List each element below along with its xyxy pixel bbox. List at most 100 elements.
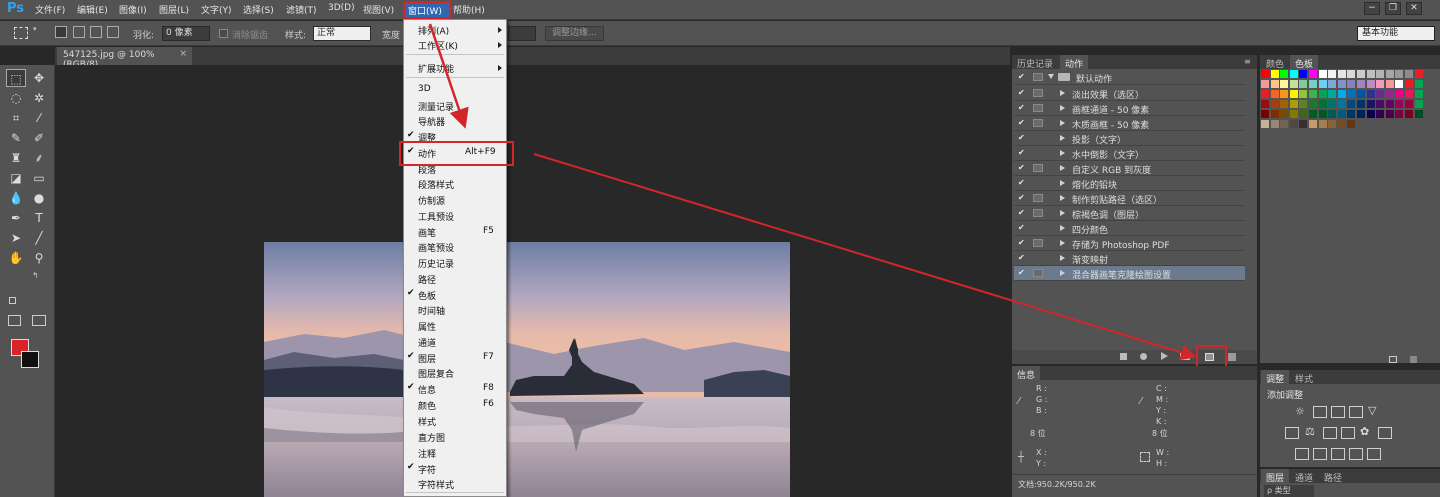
dialog-toggle-icon[interactable]	[1033, 164, 1043, 172]
check-icon[interactable]: ✔	[1018, 148, 1025, 157]
menu-edit[interactable]: 编辑(E)	[77, 3, 108, 16]
tab-channels[interactable]: 通道	[1290, 469, 1318, 484]
action-row[interactable]: ✔ 制作剪贴路径（选区）	[1014, 191, 1245, 206]
threshold-icon[interactable]	[1331, 448, 1345, 460]
swatch[interactable]	[1395, 90, 1404, 98]
action-row[interactable]: ✔ 水中倒影（文字）	[1014, 146, 1245, 161]
swatch[interactable]	[1261, 110, 1269, 118]
swatch[interactable]	[1309, 70, 1317, 78]
swatch[interactable]	[1357, 100, 1365, 108]
quick-mask-icon[interactable]	[8, 315, 21, 326]
action-row[interactable]: ✔ 渐变映射	[1014, 251, 1245, 266]
dialog-toggle-icon[interactable]	[1033, 104, 1043, 112]
menu-item-properties[interactable]: 属性	[418, 320, 436, 333]
swatch[interactable]	[1395, 80, 1404, 88]
menu-item-character[interactable]: 字符	[418, 463, 436, 476]
channel-mixer-icon[interactable]: ✿	[1360, 425, 1369, 438]
expand-arrow-icon[interactable]	[1060, 135, 1065, 141]
swatch-grid[interactable]	[1261, 70, 1431, 132]
menu-item-navigator[interactable]: 导航器	[418, 115, 445, 128]
check-icon[interactable]: ✔	[1018, 72, 1025, 81]
menu-item-notes[interactable]: 注释	[418, 447, 436, 460]
menu-window[interactable]: 窗口(W)	[403, 1, 451, 19]
check-icon[interactable]: ✔	[1018, 193, 1025, 202]
tab-layers[interactable]: 图层	[1261, 469, 1290, 484]
height-input[interactable]	[508, 26, 536, 41]
swatch[interactable]	[1385, 90, 1394, 98]
restore-button[interactable]: ❐	[1385, 2, 1401, 15]
swatch[interactable]	[1280, 90, 1289, 98]
swatch[interactable]	[1280, 100, 1289, 108]
stop-icon[interactable]	[1120, 353, 1127, 360]
menu-item-timeline[interactable]: 时间轴	[418, 304, 445, 317]
expand-arrow-icon[interactable]	[1060, 210, 1065, 216]
swatch[interactable]	[1318, 80, 1327, 88]
menu-item-measurement-log[interactable]: 测量记录	[418, 100, 454, 113]
swatch[interactable]	[1299, 90, 1308, 98]
swatch[interactable]	[1347, 120, 1356, 128]
panel-menu-icon[interactable]: ≡	[1244, 57, 1251, 66]
check-icon[interactable]: ✔	[1018, 118, 1025, 127]
swatch[interactable]	[1270, 110, 1279, 118]
gradient-tool-icon[interactable]: ▭	[29, 169, 49, 187]
swatch[interactable]	[1328, 100, 1337, 108]
tab-swatches[interactable]: 色板	[1290, 55, 1319, 70]
check-icon[interactable]: ✔	[1018, 208, 1025, 217]
brightness-icon[interactable]: ☼	[1295, 405, 1305, 418]
close-button[interactable]: ✕	[1406, 2, 1422, 15]
action-row[interactable]: ✔ 投影（文字）	[1014, 131, 1245, 146]
selective-color-icon[interactable]	[1367, 448, 1381, 460]
dialog-toggle-icon[interactable]	[1033, 119, 1043, 127]
layer-filter-select[interactable]: ρ 类型	[1264, 485, 1314, 497]
swatch[interactable]	[1376, 90, 1385, 98]
tab-history[interactable]: 历史记录	[1012, 55, 1058, 70]
swatch[interactable]	[1309, 90, 1317, 98]
swap-colors-icon[interactable]: ↰	[32, 271, 39, 280]
swatch[interactable]	[1385, 110, 1394, 118]
expand-arrow-icon[interactable]	[1060, 150, 1065, 156]
new-selection-icon[interactable]	[55, 26, 67, 38]
line-tool-icon[interactable]: ╱	[29, 229, 49, 247]
swatch[interactable]	[1414, 80, 1423, 88]
check-icon[interactable]: ✔	[1018, 268, 1025, 277]
new-set-folder-icon[interactable]	[1180, 353, 1190, 360]
swatch[interactable]	[1347, 80, 1356, 88]
menu-file[interactable]: 文件(F)	[35, 3, 65, 16]
menu-item-workspace[interactable]: 工作区(K)	[418, 39, 458, 52]
swatch[interactable]	[1405, 80, 1413, 88]
dialog-toggle-icon[interactable]	[1033, 89, 1043, 97]
swatch[interactable]	[1270, 90, 1279, 98]
swatch[interactable]	[1328, 70, 1337, 78]
tab-color[interactable]: 颜色	[1261, 55, 1289, 70]
swatch[interactable]	[1309, 100, 1317, 108]
swatch[interactable]	[1261, 70, 1269, 78]
swatch[interactable]	[1395, 70, 1404, 78]
eraser-icon[interactable]: ◪	[6, 169, 26, 187]
swatch[interactable]	[1395, 100, 1404, 108]
menu-item-info[interactable]: 信息	[418, 383, 436, 396]
swatch[interactable]	[1347, 110, 1356, 118]
check-icon[interactable]: ✔	[1018, 88, 1025, 97]
expand-arrow-icon[interactable]	[1060, 255, 1065, 261]
action-row[interactable]: ✔ 熔化的铅块	[1014, 176, 1245, 191]
tab-adjustments[interactable]: 调整	[1261, 370, 1290, 385]
swatch[interactable]	[1299, 80, 1308, 88]
swatch[interactable]	[1366, 70, 1375, 78]
action-set-row[interactable]: ✔ 默认动作	[1014, 70, 1245, 85]
swatch[interactable]	[1405, 70, 1413, 78]
swatch[interactable]	[1337, 120, 1346, 128]
check-icon[interactable]: ✔	[1018, 103, 1025, 112]
menu-item-brush[interactable]: 画笔	[418, 226, 436, 239]
style-select[interactable]: 正常	[313, 26, 371, 41]
swatch[interactable]	[1280, 80, 1289, 88]
swatch[interactable]	[1414, 100, 1423, 108]
swatch[interactable]	[1376, 70, 1385, 78]
swatch[interactable]	[1328, 120, 1337, 128]
type-tool-icon[interactable]: T	[29, 209, 49, 227]
swatch[interactable]	[1357, 110, 1365, 118]
exposure-icon[interactable]	[1349, 406, 1363, 418]
swatch[interactable]	[1289, 120, 1298, 128]
action-row[interactable]: ✔ 木质画框 - 50 像素	[1014, 116, 1245, 131]
hue-saturation-icon[interactable]	[1285, 427, 1299, 439]
swatch[interactable]	[1309, 110, 1317, 118]
